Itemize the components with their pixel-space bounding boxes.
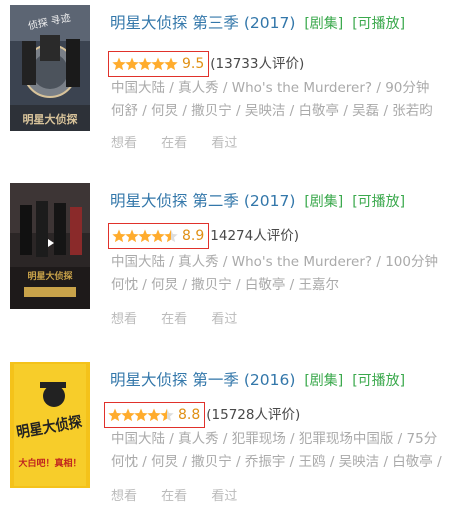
title-row: 明星大侦探 第一季 (2016) [剧集] [可播放] (110, 370, 405, 391)
rating-row: 8.9 14274人评价) (108, 223, 299, 249)
title-link[interactable]: 明星大侦探 第一季 (2016) (110, 371, 295, 389)
star-icon (112, 229, 126, 243)
rating-row: 8.8 (15728人评价) (104, 402, 300, 428)
rating-row: 9.5 (13733人评价) (108, 51, 304, 77)
watched-link[interactable]: 看过 (211, 489, 237, 504)
star-rating-icon (112, 57, 178, 71)
star-icon (134, 408, 148, 422)
poster-title-text: 明星大侦探 (27, 270, 73, 282)
rating-score: 9.5 (182, 56, 205, 72)
star-icon (121, 408, 135, 422)
result-item: 明星大侦探 明星大侦探 第二季 (2017) [剧集] [可播放] 8.9 14… (0, 183, 460, 353)
star-icon (138, 229, 152, 243)
rating-count[interactable]: 14274人评价) (210, 228, 299, 244)
meta-info: 中国大陆 / 真人秀 / 犯罪现场 / 犯罪现场中国版 / 75分 (111, 431, 438, 447)
rating-highlight-box: 8.8 (104, 402, 206, 428)
watching-link[interactable]: 在看 (161, 136, 187, 151)
title-link[interactable]: 明星大侦探 第二季 (2017) (110, 192, 295, 210)
want-to-watch-link[interactable]: 想看 (111, 136, 137, 151)
star-rating-icon (112, 229, 178, 243)
watched-link[interactable]: 看过 (211, 312, 237, 327)
watching-link[interactable]: 在看 (161, 489, 187, 504)
watched-link[interactable]: 看过 (211, 136, 237, 151)
rating-highlight-box: 8.9 (108, 223, 210, 249)
series-tag[interactable]: [剧集] (304, 194, 343, 210)
poster-image[interactable]: 侦探 寻迹 明星大侦探 (10, 5, 90, 131)
cast-list: 何忱 / 何炅 / 撒贝宁 / 乔振宇 / 王鸥 / 吴映洁 / 白敬亭 / (111, 454, 442, 470)
star-icon (125, 57, 139, 71)
rating-count[interactable]: (15728人评价) (206, 407, 300, 423)
playable-tag[interactable]: [可播放] (352, 194, 405, 210)
want-to-watch-link[interactable]: 想看 (111, 312, 137, 327)
rating-highlight-box: 9.5 (108, 51, 210, 77)
title-row: 明星大侦探 第三季 (2017) [剧集] [可播放] (110, 13, 405, 34)
star-icon (108, 408, 122, 422)
rating-score: 8.8 (178, 407, 201, 423)
star-icon (164, 57, 178, 71)
star-icon (138, 57, 152, 71)
title-row: 明星大侦探 第二季 (2017) [剧集] [可播放] (110, 191, 405, 212)
poster-image[interactable]: 明星大侦探 大白吧！真相！ (10, 362, 90, 488)
poster-image[interactable]: 明星大侦探 (10, 183, 90, 309)
star-icon (151, 229, 165, 243)
star-rating-icon (108, 408, 174, 422)
star-icon (147, 408, 161, 422)
action-links: 想看 在看 看过 (111, 308, 257, 327)
action-links: 想看 在看 看过 (111, 485, 257, 504)
want-to-watch-link[interactable]: 想看 (111, 489, 137, 504)
playable-tag[interactable]: [可播放] (352, 16, 405, 32)
star-icon (160, 408, 174, 422)
playable-tag[interactable]: [可播放] (352, 373, 405, 389)
star-icon (112, 57, 126, 71)
poster-title-text: 明星大侦探 (23, 112, 79, 126)
watching-link[interactable]: 在看 (161, 312, 187, 327)
rating-count[interactable]: (13733人评价) (210, 56, 304, 72)
star-icon (151, 57, 165, 71)
cast-list: 何舒 / 何炅 / 撒贝宁 / 吴映洁 / 白敬亭 / 吴磊 / 张若昀 (111, 103, 433, 119)
action-links: 想看 在看 看过 (111, 132, 257, 151)
star-icon (125, 229, 139, 243)
star-icon (164, 229, 178, 243)
cast-list: 何忱 / 何炅 / 撒贝宁 / 白敬亭 / 王嘉尔 (111, 277, 340, 293)
rating-score: 8.9 (182, 228, 205, 244)
meta-info: 中国大陆 / 真人秀 / Who's the Murderer? / 100分钟 (111, 254, 438, 270)
result-item: 侦探 寻迹 明星大侦探 明星大侦探 第三季 (2017) [剧集] [可播放] … (0, 5, 460, 175)
poster-subtitle-text: 大白吧！真相！ (18, 457, 81, 469)
series-tag[interactable]: [剧集] (304, 373, 343, 389)
title-link[interactable]: 明星大侦探 第三季 (2017) (110, 14, 295, 32)
meta-info: 中国大陆 / 真人秀 / Who's the Murderer? / 90分钟 (111, 80, 430, 96)
series-tag[interactable]: [剧集] (304, 16, 343, 32)
